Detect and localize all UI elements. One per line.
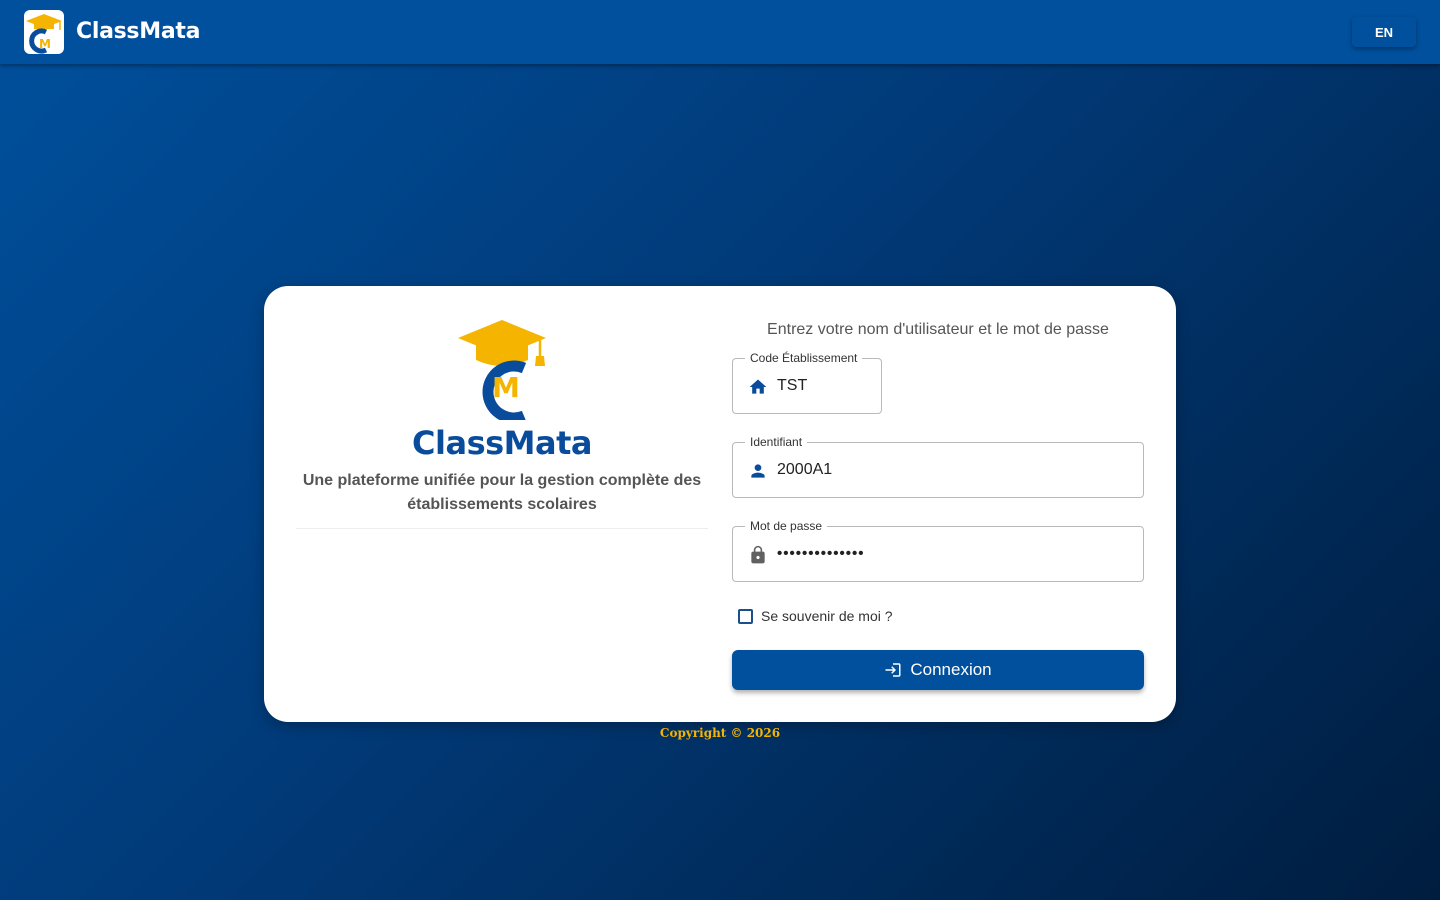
lock-icon: [748, 545, 768, 565]
login-icon: [885, 663, 901, 677]
login-button[interactable]: Connexion: [732, 650, 1144, 690]
school-code-field[interactable]: Code Établissement: [732, 350, 882, 414]
username-input[interactable]: [777, 443, 1133, 497]
brand-logo: M: [454, 316, 554, 424]
checkbox-box[interactable]: [738, 608, 753, 624]
app-logo: M: [24, 10, 64, 54]
brand-title: ClassMata: [412, 424, 592, 462]
login-card: M ClassMata Une plateforme unifiée pour …: [264, 286, 1176, 722]
home-icon: [748, 377, 768, 397]
username-field[interactable]: Identifiant: [732, 434, 1144, 498]
school-code-input[interactable]: [777, 359, 871, 413]
password-input[interactable]: ••••••••••••••: [777, 527, 1133, 581]
language-button[interactable]: EN: [1352, 17, 1416, 47]
remember-me-label: Se souvenir de moi ?: [761, 608, 893, 624]
copyright: Copyright © 2026: [659, 726, 781, 740]
app-name: ClassMata: [76, 19, 201, 44]
login-heading: Entrez votre nom d'utilisateur et le mot…: [767, 321, 1109, 338]
top-app-bar: M ClassMata EN: [0, 0, 1440, 64]
svg-text:M: M: [39, 37, 51, 51]
login-button-label: Connexion: [910, 660, 992, 679]
divider: [296, 528, 708, 529]
password-field[interactable]: Mot de passe ••••••••••••••: [732, 518, 1144, 582]
remember-me-checkbox[interactable]: Se souvenir de moi ?: [738, 608, 893, 624]
svg-text:M: M: [492, 371, 520, 404]
brand-tagline: Une plateforme unifiée pour la gestion c…: [302, 472, 702, 513]
person-icon: [748, 461, 768, 481]
